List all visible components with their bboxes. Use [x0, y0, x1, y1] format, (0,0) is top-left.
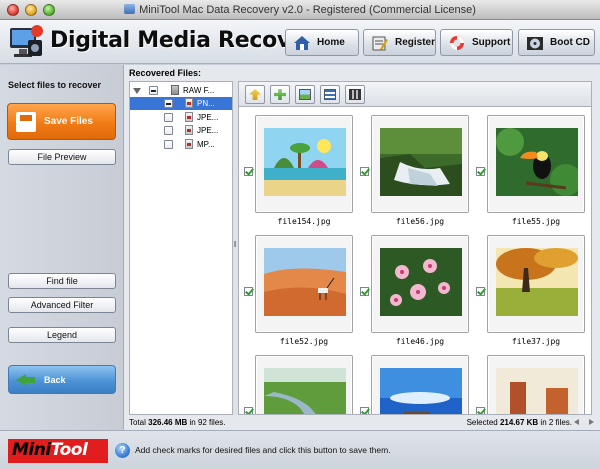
thumbnail-filename: file52.jpg: [279, 337, 329, 346]
tree-checkbox[interactable]: [164, 99, 173, 108]
thumbnail-image: [496, 248, 578, 316]
thumbnail-image: [264, 248, 346, 316]
boot-cd-button[interactable]: Boot CD: [518, 29, 595, 56]
filmstrip-view-icon: [349, 89, 361, 100]
total-files-status: Total 326.46 MB in 92 files.: [129, 418, 226, 427]
tree-checkbox[interactable]: [164, 140, 173, 149]
thumbnail-image: [496, 368, 578, 414]
thumbnail-filename: file37.jpg: [511, 337, 561, 346]
support-button[interactable]: Support: [440, 29, 513, 56]
advanced-filter-button[interactable]: Advanced Filter: [8, 297, 116, 313]
thumbnail-grid[interactable]: file154.jpg file56.jpg file55.jpg file52…: [238, 107, 592, 415]
app-header: Digital Media Recovery Home Register Sup…: [0, 20, 600, 64]
select-files-heading: Select files to recover: [8, 80, 102, 90]
legend-button[interactable]: Legend: [8, 327, 116, 343]
thumbnail-checkbox[interactable]: [476, 167, 485, 176]
thumbnail-sea[interactable]: [371, 355, 469, 414]
file-tree[interactable]: RAW F... PN... JPE... JPE... MP...: [129, 81, 233, 415]
back-button[interactable]: Back: [8, 365, 116, 394]
thumbnail-checkbox[interactable]: [244, 167, 253, 176]
window-title: MiniTool Mac Data Recovery v2.0 - Regist…: [0, 4, 600, 16]
tree-item-raw[interactable]: RAW F...: [130, 84, 232, 97]
thumbnail-checkbox[interactable]: [360, 407, 369, 414]
scroll-arrows-icon[interactable]: [574, 418, 594, 427]
thumbnail-checkbox[interactable]: [244, 287, 253, 296]
tree-item-jpeg[interactable]: JPE...: [130, 111, 232, 124]
thumbnail-file55[interactable]: [487, 115, 585, 213]
list-view-icon: [324, 89, 336, 100]
selected-files-status: Selected 214.67 KB in 2 files.: [466, 418, 572, 427]
save-disk-icon: [16, 111, 36, 132]
thumbnail-image: [264, 368, 346, 414]
tree-item-mp[interactable]: MP...: [130, 138, 232, 151]
thumbnail-filename: file154.jpg: [277, 217, 331, 226]
home-button[interactable]: Home: [285, 29, 359, 56]
hint-text: Add check marks for desired files and cl…: [135, 445, 391, 455]
thumbnail-file56[interactable]: [371, 115, 469, 213]
up-folder-button[interactable]: [245, 85, 265, 104]
register-icon: [372, 36, 388, 50]
folder-icon: [171, 85, 179, 95]
thumbnail-checkbox[interactable]: [476, 287, 485, 296]
thumbnail-file154[interactable]: [255, 115, 353, 213]
boot-cd-icon: [527, 36, 543, 50]
recovered-files-heading: Recovered Files:: [129, 68, 202, 78]
left-panel: Select files to recover Save Files File …: [0, 65, 124, 430]
thumbnail-filename: file46.jpg: [395, 337, 445, 346]
thumbnail-image: [380, 368, 462, 414]
add-icon: [274, 89, 286, 100]
thumbnail-filename: file55.jpg: [511, 217, 561, 226]
thumbnail-view-button[interactable]: [295, 85, 315, 104]
thumbnail-image: [496, 128, 578, 196]
view-toolbar: [238, 81, 592, 107]
thumbnail-file52[interactable]: [255, 235, 353, 333]
thumbnail-canyon[interactable]: [487, 355, 585, 414]
tree-checkbox[interactable]: [149, 86, 158, 95]
support-lifebuoy-icon: [450, 35, 464, 50]
home-icon: [294, 35, 310, 50]
add-button[interactable]: [270, 85, 290, 104]
save-files-button[interactable]: Save Files: [7, 103, 116, 140]
file-preview-button[interactable]: File Preview: [8, 149, 116, 165]
thumbnail-file37[interactable]: [487, 235, 585, 333]
tree-item-jpeg[interactable]: JPE...: [130, 124, 232, 137]
help-icon[interactable]: ?: [115, 443, 130, 458]
thumbnail-checkbox[interactable]: [244, 407, 253, 414]
find-file-button[interactable]: Find file: [8, 273, 116, 289]
up-folder-icon: [249, 89, 261, 100]
filmstrip-view-button[interactable]: [345, 85, 365, 104]
title-bar: MiniTool Mac Data Recovery v2.0 - Regist…: [0, 0, 600, 20]
file-type-icon: [185, 125, 193, 135]
thumbnail-checkbox[interactable]: [476, 407, 485, 414]
list-view-button[interactable]: [320, 85, 340, 104]
app-icon: [124, 4, 136, 14]
status-bar: Total 326.46 MB in 92 files. Selected 21…: [124, 415, 600, 430]
monitor-logo-icon: [10, 25, 43, 57]
disclosure-triangle-icon[interactable]: [133, 88, 141, 94]
thumbnail-view-icon: [299, 89, 311, 100]
thumbnail-checkbox[interactable]: [360, 167, 369, 176]
minitool-logo: MiniTool: [8, 439, 108, 463]
register-button[interactable]: Register: [363, 29, 436, 56]
bottom-bar: MiniTool ? Add check marks for desired f…: [0, 430, 600, 469]
file-type-icon: [185, 139, 193, 149]
file-type-icon: [185, 98, 193, 108]
thumbnail-checkbox[interactable]: [360, 287, 369, 296]
tree-checkbox[interactable]: [164, 126, 173, 135]
tree-item-png[interactable]: PN...: [130, 97, 232, 110]
tree-checkbox[interactable]: [164, 113, 173, 122]
main-panel: Recovered Files: RAW F... PN... JPE... J…: [124, 65, 600, 430]
back-arrow-icon: [16, 372, 36, 388]
thumbnail-image: [380, 128, 462, 196]
thumbnail-image: [380, 248, 462, 316]
thumbnail-filename: file56.jpg: [395, 217, 445, 226]
thumbnail-file46[interactable]: [371, 235, 469, 333]
file-type-icon: [185, 112, 193, 122]
thumbnail-river[interactable]: [255, 355, 353, 414]
thumbnail-image: [264, 128, 346, 196]
